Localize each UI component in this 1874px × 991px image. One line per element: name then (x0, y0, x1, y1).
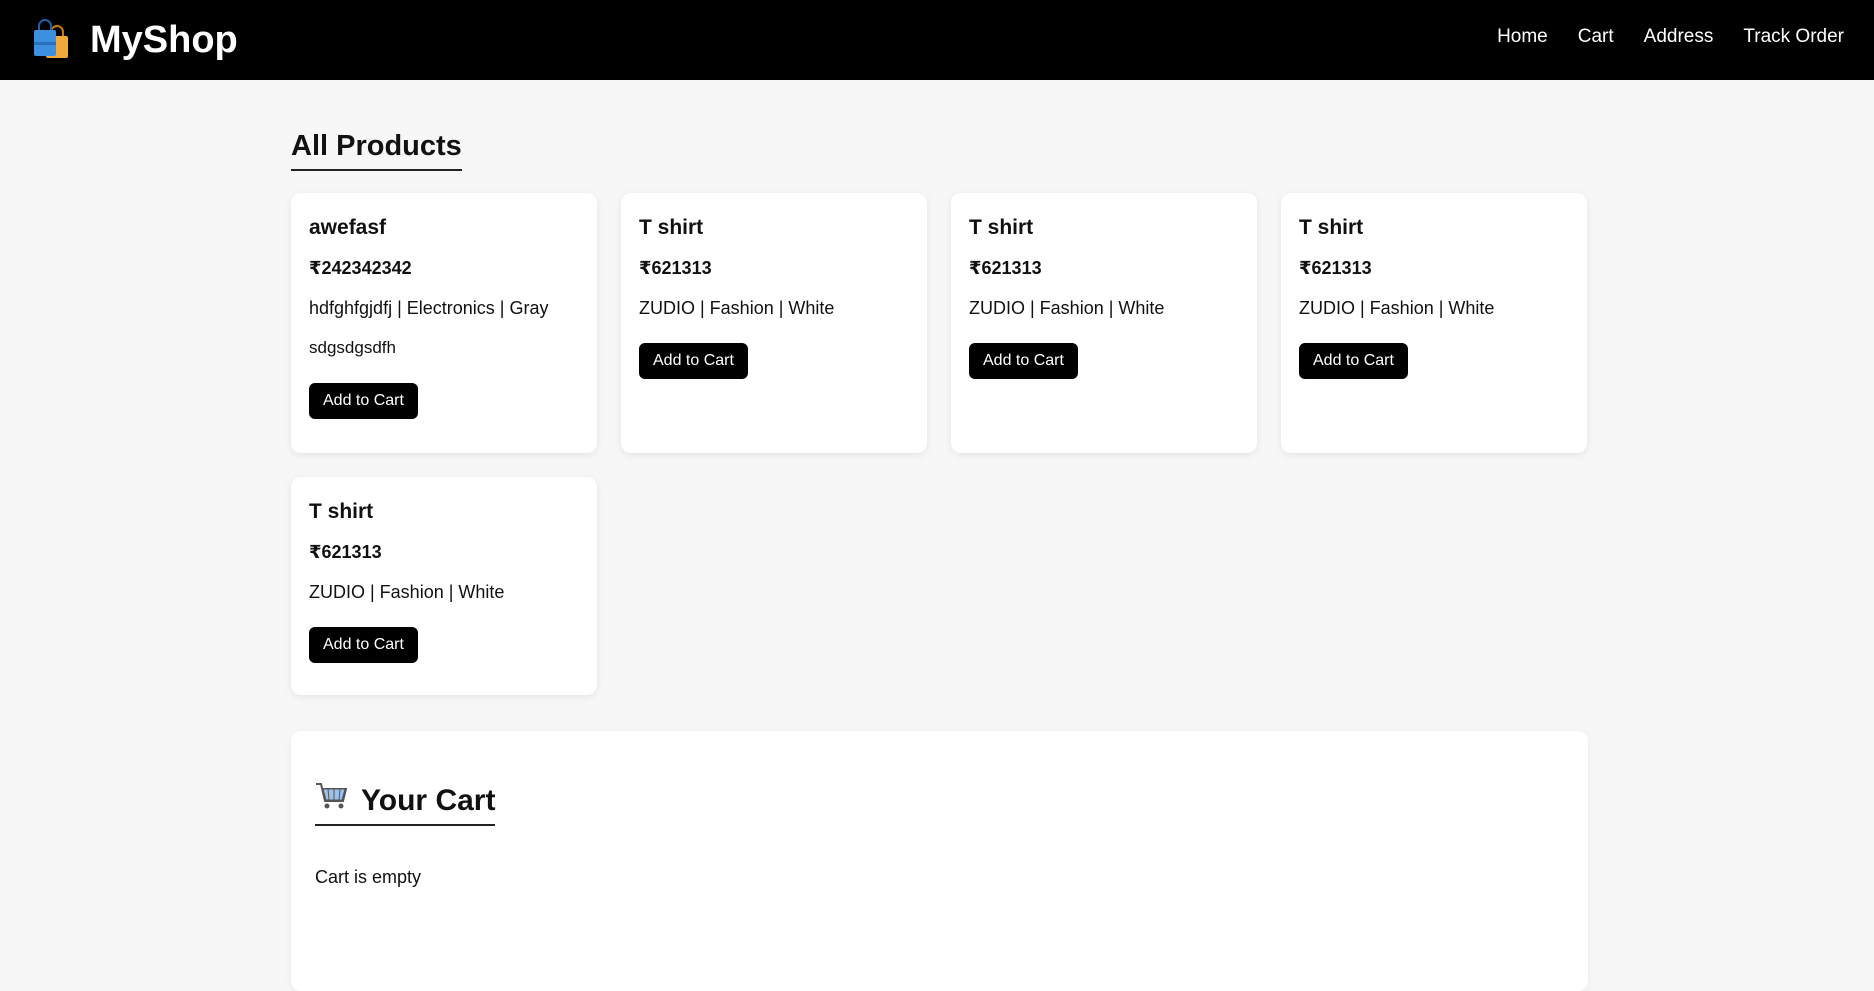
product-card: T shirt ₹621313 ZUDIO | Fashion | White … (291, 477, 597, 695)
top-navbar: MyShop Home Cart Address Track Order (0, 0, 1874, 80)
cart-panel: Your Cart Cart is empty (291, 731, 1588, 991)
product-price: ₹621313 (1299, 258, 1372, 278)
cart-title: Your Cart (361, 783, 496, 817)
product-name: T shirt (1299, 216, 1364, 239)
nav-home[interactable]: Home (1497, 26, 1548, 48)
product-price: ₹621313 (969, 258, 1042, 278)
product-meta: ZUDIO | Fashion | White (1299, 298, 1495, 318)
brand-title: MyShop (90, 18, 238, 61)
product-card: T shirt ₹621313 ZUDIO | Fashion | White … (1281, 193, 1587, 453)
product-grid: awefasf ₹242342342 hdfghfgjdfj | Electro… (291, 193, 1588, 695)
product-price: ₹621313 (639, 258, 712, 278)
nav-cart[interactable]: Cart (1578, 26, 1614, 48)
nav-track-order[interactable]: Track Order (1743, 26, 1844, 48)
brand[interactable]: MyShop (30, 16, 238, 64)
product-name: T shirt (309, 500, 374, 523)
product-price: ₹242342342 (309, 258, 412, 278)
product-meta: ZUDIO | Fashion | White (969, 298, 1165, 318)
product-meta: ZUDIO | Fashion | White (309, 582, 505, 602)
product-card: awefasf ₹242342342 hdfghfgjdfj | Electro… (291, 193, 597, 453)
product-card: T shirt ₹621313 ZUDIO | Fashion | White … (951, 193, 1257, 453)
product-price: ₹621313 (309, 542, 382, 562)
products-heading: All Products (291, 127, 462, 171)
product-name: awefasf (309, 216, 387, 239)
shopping-cart-icon (315, 781, 349, 820)
nav-address[interactable]: Address (1644, 26, 1714, 48)
add-to-cart-button[interactable]: Add to Cart (309, 627, 418, 663)
cart-heading: Your Cart (315, 781, 496, 826)
main-nav: Home Cart Address Track Order (1497, 24, 1844, 50)
add-to-cart-button[interactable]: Add to Cart (639, 343, 748, 379)
add-to-cart-button[interactable]: Add to Cart (309, 383, 418, 419)
product-name: T shirt (969, 216, 1034, 239)
product-meta: ZUDIO | Fashion | White (639, 298, 835, 318)
product-meta: hdfghfgjdfj | Electronics | Gray (309, 298, 549, 318)
product-card: T shirt ₹621313 ZUDIO | Fashion | White … (621, 193, 927, 453)
shopping-bags-icon (30, 18, 74, 62)
add-to-cart-button[interactable]: Add to Cart (1299, 343, 1408, 379)
add-to-cart-button[interactable]: Add to Cart (969, 343, 1078, 379)
cart-empty-message: Cart is empty (315, 867, 422, 887)
product-description: sdgsdgsdfh (309, 338, 396, 357)
product-name: T shirt (639, 216, 704, 239)
